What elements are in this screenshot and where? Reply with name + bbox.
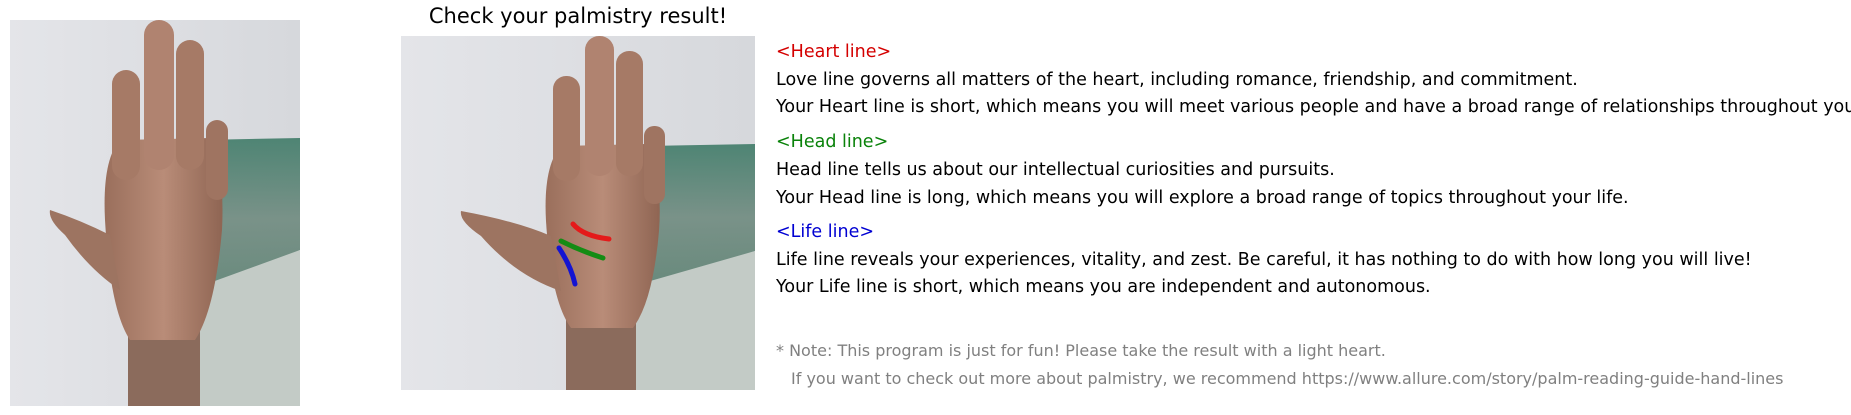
head-line-heading: <Head line>: [776, 132, 889, 152]
heart-line-heading: <Heart line>: [776, 42, 892, 62]
result-hand-photo: [401, 36, 755, 390]
life-line-result: Your Life line is short, which means you…: [776, 277, 1431, 297]
life-line-description: Life line reveals your experiences, vita…: [776, 250, 1752, 270]
head-line-result: Your Head line is long, which means you …: [776, 188, 1629, 208]
original-hand-photo: [10, 20, 300, 406]
head-line-description: Head line tells us about our intellectua…: [776, 160, 1335, 180]
result-title: Check your palmistry result!: [428, 4, 728, 28]
heart-line-result: Your Heart line is short, which means yo…: [776, 97, 1851, 117]
heart-line-description: Love line governs all matters of the hea…: [776, 70, 1578, 90]
note-reference: If you want to check out more about palm…: [791, 369, 1784, 388]
note-disclaimer: * Note: This program is just for fun! Pl…: [776, 341, 1386, 360]
life-line-heading: <Life line>: [776, 222, 875, 242]
